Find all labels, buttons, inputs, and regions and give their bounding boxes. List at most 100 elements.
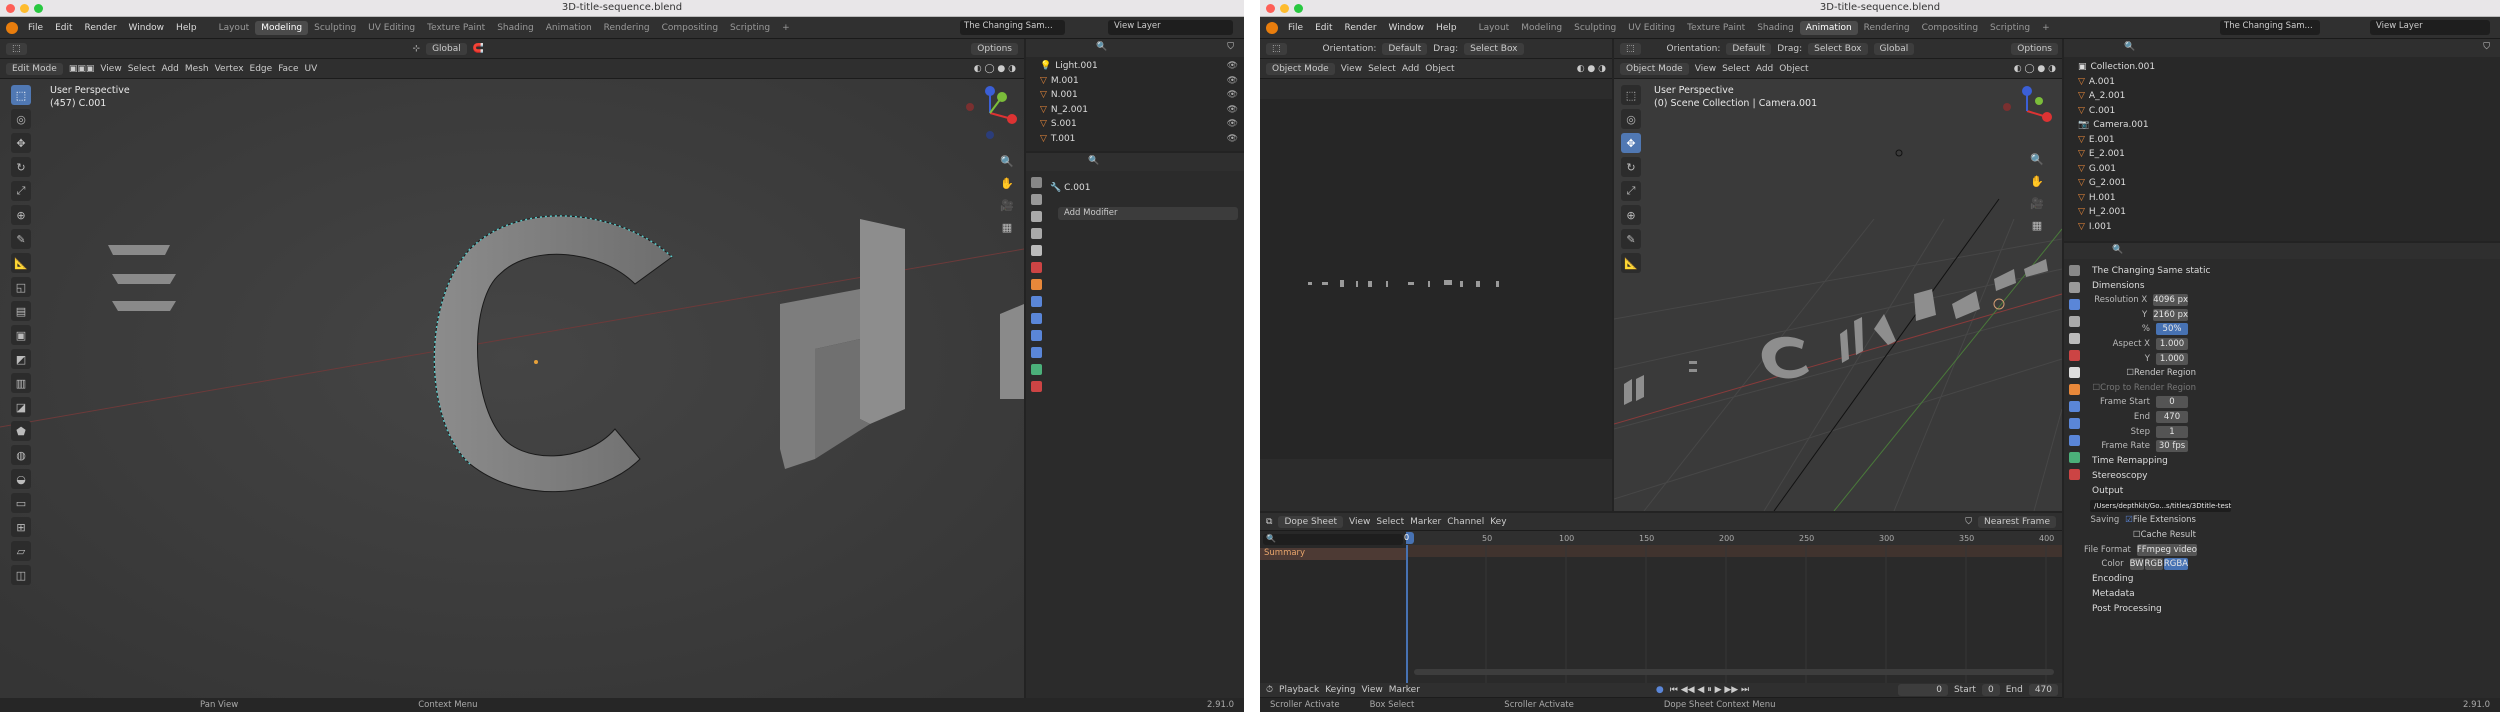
scene-selector[interactable]: The Changing Sam...: [960, 20, 1065, 35]
zoom-icon[interactable]: 🔍: [2027, 149, 2047, 169]
dimensions-section[interactable]: Dimensions: [2084, 278, 2196, 293]
scene-tab-icon[interactable]: [2068, 333, 2080, 344]
tab-compositing[interactable]: Compositing: [656, 21, 724, 35]
menu-view[interactable]: View: [1349, 517, 1370, 527]
camera-viewport[interactable]: [1260, 79, 1612, 511]
menu-window[interactable]: Window: [123, 23, 171, 33]
outliner-row[interactable]: ▣ Collection.001: [2064, 60, 2500, 75]
tab-sculpting[interactable]: Sculpting: [1568, 21, 1622, 35]
shading-mode-icons[interactable]: ◐ ● ◑: [1577, 64, 1606, 74]
editor-type-icon[interactable]: ⧉: [1266, 517, 1272, 527]
post-processing-section[interactable]: Post Processing: [2084, 602, 2196, 617]
physics-tab-icon[interactable]: [2068, 435, 2080, 446]
eye-icon[interactable]: 👁: [1227, 90, 1238, 100]
menu-key[interactable]: Key: [1490, 517, 1506, 527]
options-dropdown[interactable]: Options: [971, 42, 1018, 55]
tab-modeling[interactable]: Modeling: [255, 20, 309, 35]
tab-shading[interactable]: Shading: [491, 21, 540, 35]
physics-tab-icon[interactable]: [1030, 330, 1042, 341]
tab-texture-paint[interactable]: Texture Paint: [421, 21, 491, 35]
menu-marker[interactable]: Marker: [1389, 685, 1420, 695]
view-layer-tab-icon[interactable]: [2068, 316, 2080, 327]
blender-logo-icon[interactable]: [1266, 21, 1278, 34]
outliner-row[interactable]: ▽ N.001 👁: [1026, 88, 1244, 103]
menu-channel[interactable]: Channel: [1447, 517, 1484, 527]
modifier-tab-icon[interactable]: [1030, 296, 1042, 307]
frame-rate-dropdown[interactable]: 30 fps: [2156, 440, 2188, 453]
pan-hand-icon[interactable]: ✋: [2027, 171, 2047, 191]
tab-layout[interactable]: Layout: [1473, 21, 1516, 35]
grid-view-icon[interactable]: ▦: [997, 217, 1017, 237]
tab-animation[interactable]: Animation: [540, 21, 598, 35]
cursor-tool-icon[interactable]: ◎: [11, 109, 31, 129]
menu-help[interactable]: Help: [170, 23, 203, 33]
tab-texture-paint[interactable]: Texture Paint: [1681, 21, 1751, 35]
menu-render[interactable]: Render: [1339, 23, 1383, 33]
checkbox[interactable]: ☐: [2133, 530, 2141, 540]
menu-object[interactable]: Object: [1779, 64, 1808, 74]
scale-tool-icon[interactable]: ⤢: [11, 181, 31, 201]
eye-icon[interactable]: 👁: [1227, 134, 1238, 144]
drag-select-dropdown[interactable]: Select Box: [1808, 42, 1868, 55]
camera-view-icon[interactable]: 🎥: [997, 195, 1017, 215]
tab-animation[interactable]: Animation: [1799, 20, 1858, 35]
grid-view-icon[interactable]: ▦: [2027, 215, 2047, 235]
output-path-field[interactable]: /Users/depthkit/Go...s/titles/3Dtitle-te…: [2090, 499, 2232, 512]
frame-step-field[interactable]: 1: [2156, 425, 2188, 438]
rip-tool-icon[interactable]: ◫: [11, 565, 31, 585]
select-box-tool-icon[interactable]: ⬚: [11, 85, 31, 105]
world-tab-icon[interactable]: [1030, 262, 1042, 273]
menu-file[interactable]: File: [1282, 23, 1309, 33]
add-modifier-dropdown[interactable]: Add Modifier: [1058, 207, 1238, 220]
menu-mesh[interactable]: Mesh: [185, 64, 209, 74]
mode-dropdown[interactable]: Object Mode: [1266, 62, 1335, 75]
add-workspace-button[interactable]: +: [2036, 21, 2056, 35]
menu-edit[interactable]: Edit: [1309, 23, 1338, 33]
encoding-section[interactable]: Encoding: [2084, 572, 2196, 587]
metadata-section[interactable]: Metadata: [2084, 587, 2196, 602]
shrink-tool-icon[interactable]: ⊞: [11, 517, 31, 537]
menu-render[interactable]: Render: [79, 23, 123, 33]
tab-shading[interactable]: Shading: [1751, 21, 1800, 35]
transform-tool-icon[interactable]: ⊕: [11, 205, 31, 225]
outliner-row[interactable]: ▽ H.001: [2064, 191, 2500, 206]
file-format-dropdown[interactable]: FFmpeg video: [2136, 543, 2197, 556]
time-remapping-section[interactable]: Time Remapping: [2084, 454, 2196, 469]
output-tab-icon[interactable]: [2068, 299, 2080, 310]
constraints-tab-icon[interactable]: [1030, 347, 1042, 358]
object-tab-icon[interactable]: [2068, 384, 2080, 395]
menu-window[interactable]: Window: [1383, 23, 1431, 33]
drag-select-dropdown[interactable]: Select Box: [1464, 42, 1524, 55]
constraints-tab-icon[interactable]: [2068, 452, 2080, 463]
select-mode-icons[interactable]: ▣▣▣: [69, 64, 95, 74]
outliner-row[interactable]: 📷 Camera.001: [2064, 118, 2500, 133]
aspect-y-field[interactable]: 1.000: [2156, 352, 2188, 365]
pan-hand-icon[interactable]: ✋: [997, 173, 1017, 193]
extrude-tool-icon[interactable]: ▤: [11, 301, 31, 321]
menu-select[interactable]: Select: [1368, 64, 1396, 74]
menu-edge[interactable]: Edge: [250, 64, 273, 74]
menu-view[interactable]: View: [100, 64, 121, 74]
outliner-row[interactable]: ▽ S.001 👁: [1026, 117, 1244, 132]
options-dropdown[interactable]: Options: [2011, 42, 2058, 55]
rotate-tool-icon[interactable]: ↻: [1621, 157, 1641, 177]
menu-playback[interactable]: Playback: [1279, 685, 1319, 695]
mode-dropdown[interactable]: Object Mode: [1620, 62, 1689, 75]
dope-sheet-mode-dropdown[interactable]: Dope Sheet: [1278, 515, 1344, 528]
move-tool-icon[interactable]: ✥: [11, 133, 31, 153]
shading-mode-icons[interactable]: ◐ ◯ ● ◑: [974, 64, 1016, 74]
particles-tab-icon[interactable]: [1030, 313, 1042, 324]
global-dropdown[interactable]: Global: [1873, 42, 1915, 55]
filter-icon[interactable]: ⛉: [1965, 517, 1972, 527]
object-tab-icon[interactable]: [1030, 279, 1042, 290]
collection-tab-icon[interactable]: [2068, 367, 2080, 378]
tab-rendering[interactable]: Rendering: [598, 21, 656, 35]
outliner-row[interactable]: ▽ A.001: [2064, 75, 2500, 90]
orientation-dropdown[interactable]: Default: [1726, 42, 1772, 55]
filter-icon[interactable]: ⛉: [1227, 42, 1234, 52]
color-rgb-button[interactable]: RGB: [2144, 558, 2163, 571]
eye-icon[interactable]: 👁: [1227, 76, 1238, 86]
menu-add[interactable]: Add: [1756, 64, 1773, 74]
output-section[interactable]: Output: [2084, 484, 2196, 499]
shear-tool-icon[interactable]: ▱: [11, 541, 31, 561]
